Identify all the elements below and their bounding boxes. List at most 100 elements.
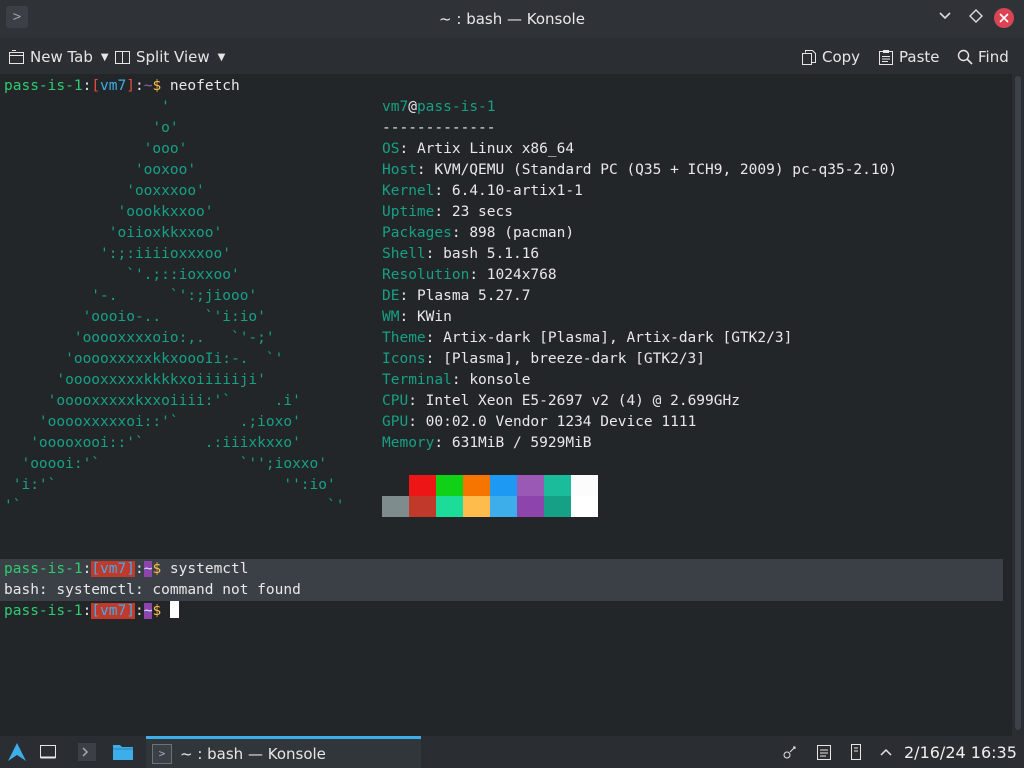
show-desktop-button[interactable] — [36, 740, 60, 764]
color-swatch — [571, 496, 598, 517]
info-value: 631MiB / 5929MiB — [451, 435, 592, 451]
ascii-art-line: 'oooio-.. `'i:io' — [4, 309, 266, 325]
info-key: Host — [382, 162, 417, 178]
scrollbar[interactable] — [1012, 74, 1024, 736]
info-value: KVM/QEMU (Standard PC (Q35 + ICH9, 2009)… — [434, 162, 898, 178]
info-key: Memory — [382, 435, 435, 451]
close-button[interactable] — [994, 8, 1014, 28]
paste-label: Paste — [899, 48, 940, 66]
info-value: [Plasma], breeze-dark [GTK2/3] — [443, 351, 706, 367]
info-key: Icons — [382, 351, 426, 367]
artix-logo-icon — [8, 743, 26, 761]
info-value: 6.4.10-artix1-1 — [451, 183, 583, 199]
color-swatch — [409, 496, 436, 517]
copy-icon — [802, 49, 816, 65]
diamond-icon — [969, 9, 983, 23]
color-swatch — [436, 475, 463, 496]
info-key: Shell — [382, 246, 426, 262]
color-swatch — [544, 475, 571, 496]
minimize-button[interactable] — [934, 8, 956, 30]
info-value: KWin — [416, 309, 452, 325]
ascii-art-line: 'ooooxxxxxkkxoooIi:-. `' — [4, 351, 284, 367]
device-tray[interactable] — [845, 741, 867, 763]
prompt-line: pass-is-1:[vm7]:~$ neofetch — [4, 78, 240, 94]
maximize-button[interactable] — [965, 8, 987, 30]
info-value: 00:02.0 Vendor 1234 Device 1111 — [425, 414, 697, 430]
info-row: WM: KWin — [382, 309, 452, 325]
ascii-art-line: 'ooooxxxxoio:,. `'-;' — [4, 330, 275, 346]
info-key: Resolution — [382, 267, 470, 283]
ascii-art-line: 'oookkxxoo' — [4, 204, 214, 220]
chevron-down-icon: ▼ — [100, 51, 109, 63]
desktop-icon — [40, 745, 56, 759]
info-key: OS — [382, 141, 400, 157]
close-icon — [999, 13, 1009, 23]
text-cursor — [169, 601, 179, 618]
ascii-art-line: 'oiioxkkxxoo' — [4, 225, 223, 241]
info-key: CPU — [382, 393, 409, 409]
current-prompt: pass-is-1:[vm7]:~$ — [4, 601, 179, 622]
info-row: Resolution: 1024x768 — [382, 267, 557, 283]
split-view-button[interactable]: Split View ▼ — [114, 46, 225, 68]
info-row: Packages: 898 (pacman) — [382, 225, 575, 241]
scrollbar-thumb[interactable] — [1015, 76, 1021, 730]
title-bar: > ~ : bash — Konsole — [0, 0, 1024, 38]
ascii-art-line: 'ooooxxxxxkxxoiiii:'` .i' — [4, 393, 301, 409]
info-row: Icons: [Plasma], breeze-dark [GTK2/3] — [382, 351, 706, 367]
network-tray[interactable] — [780, 741, 802, 763]
ascii-art-line: 'o' — [4, 120, 179, 136]
ascii-art-line: 'ooooi:'` `'';ioxxo' — [4, 456, 328, 472]
copy-label: Copy — [822, 48, 861, 66]
ascii-art-line: ':;:iiiioxxxoo' — [4, 246, 231, 262]
application-launcher[interactable] — [5, 740, 29, 764]
terminal-icon — [78, 743, 96, 761]
info-key: DE — [382, 288, 400, 304]
ascii-art-line: 'i:'` '':io' — [4, 477, 336, 493]
info-value: 23 secs — [451, 204, 513, 220]
info-row: GPU: 00:02.0 Vendor 1234 Device 1111 — [382, 414, 697, 430]
color-swatch — [490, 475, 517, 496]
clipboard-icon — [817, 745, 831, 760]
info-key: GPU — [382, 414, 409, 430]
error-output: bash: systemctl: command not found — [4, 582, 301, 598]
ascii-art-line: 'ooooxxxxxoi::'` .;ioxo' — [4, 414, 301, 430]
ascii-art-line: `'.;::ioxxoo' — [4, 267, 240, 283]
paste-button[interactable]: Paste — [878, 46, 940, 68]
info-value: 1024x768 — [486, 267, 557, 283]
info-row: Kernel: 6.4.10-artix1-1 — [382, 183, 583, 199]
info-key: Terminal — [382, 372, 452, 388]
copy-button[interactable]: Copy — [801, 46, 860, 68]
color-swatch — [517, 475, 544, 496]
file-manager-launcher[interactable] — [111, 740, 135, 764]
info-key: Theme — [382, 330, 426, 346]
find-button[interactable]: Find — [957, 46, 1009, 68]
color-swatch — [463, 475, 490, 496]
terminal-icon: > — [152, 743, 172, 764]
new-tab-button[interactable]: New Tab ▼ — [8, 46, 109, 68]
clock[interactable]: 2/16/24 16:35 — [904, 743, 1017, 762]
prompt-symbol: $ — [152, 78, 162, 94]
clipboard-tray[interactable] — [813, 741, 835, 763]
taskbar: > ~ : bash — Konsole 2/16/24 16:35 — [0, 736, 1024, 768]
ascii-art-line: 'ooo' — [4, 141, 188, 157]
paste-icon — [879, 49, 893, 65]
info-row: Memory: 631MiB / 5929MiB — [382, 435, 592, 451]
color-swatch — [463, 496, 490, 517]
terminal-view[interactable]: pass-is-1:[vm7]:~$ neofetch ' 'o' 'ooo' … — [0, 74, 1012, 736]
info-row: CPU: Intel Xeon E5-2697 v2 (4) @ 2.699GH… — [382, 393, 740, 409]
info-row: Shell: bash 5.1.16 — [382, 246, 540, 262]
command-text: systemctl — [169, 561, 249, 577]
prompt-line: pass-is-1:[vm7]:~$ systemctl — [4, 561, 249, 577]
network-icon — [783, 746, 796, 759]
color-swatch — [544, 496, 571, 517]
search-icon — [957, 49, 973, 65]
info-row: DE: Plasma 5.27.7 — [382, 288, 531, 304]
info-key: Uptime — [382, 204, 435, 220]
task-konsole[interactable]: > ~ : bash — Konsole — [146, 736, 421, 768]
color-swatch — [571, 475, 598, 496]
prompt-user: vm7 — [100, 78, 127, 94]
konsole-toolbar: New Tab ▼ Split View ▼ Copy Paste Find — [0, 38, 1024, 74]
info-value: Plasma 5.27.7 — [416, 288, 531, 304]
konsole-launcher[interactable] — [75, 740, 99, 764]
show-hidden-icons[interactable] — [875, 741, 897, 763]
